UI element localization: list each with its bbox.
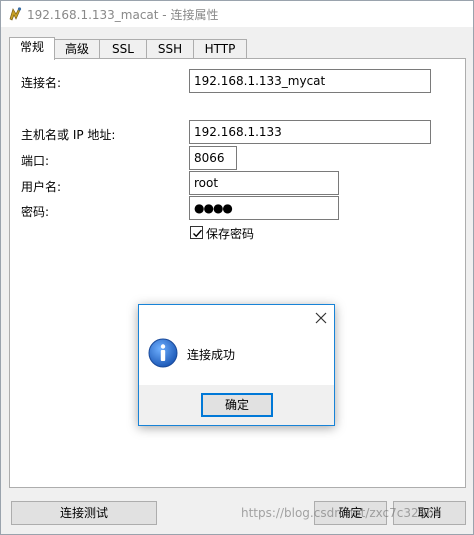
username-input[interactable]: root (189, 171, 339, 195)
port-label: 端口: (21, 154, 50, 168)
save-password-checkbox[interactable] (190, 226, 203, 239)
port-input[interactable]: 8066 (189, 146, 237, 170)
tab-http[interactable]: HTTP (193, 39, 247, 59)
dialog-ok-button[interactable]: 确定 (201, 393, 273, 417)
save-password-label: 保存密码 (206, 227, 255, 241)
password-label: 密码: (21, 205, 50, 219)
username-label: 用户名: (21, 180, 62, 194)
connection-properties-window: 192.168.1.133_macat - 连接属性 常规 高级 SSL SSH… (0, 0, 474, 535)
info-icon (148, 338, 178, 368)
connection-name-input[interactable]: 192.168.1.133_mycat (189, 69, 431, 93)
tab-ssh[interactable]: SSH (146, 39, 194, 59)
tab-general[interactable]: 常规 (9, 37, 55, 60)
dialog-footer: 确定 (139, 385, 334, 425)
tab-advanced[interactable]: 高级 (54, 39, 100, 59)
password-input[interactable]: ●●●● (189, 196, 339, 220)
navicat-app-icon (7, 6, 23, 22)
title-bar: 192.168.1.133_macat - 连接属性 (1, 1, 473, 27)
connection-name-label: 连接名: (21, 76, 62, 90)
host-input[interactable]: 192.168.1.133 (189, 120, 431, 144)
connection-success-dialog: 连接成功 确定 (138, 304, 335, 426)
watermark: https://blog.csdn.net/zxc7c3296 (241, 506, 434, 520)
tab-ssl[interactable]: SSL (99, 39, 147, 59)
test-connection-button[interactable]: 连接测试 (11, 501, 157, 525)
host-label: 主机名或 IP 地址: (21, 128, 116, 142)
close-icon[interactable] (314, 311, 328, 325)
dialog-message: 连接成功 (187, 348, 236, 362)
window-title: 192.168.1.133_macat - 连接属性 (27, 8, 219, 22)
checkmark-icon (193, 229, 203, 238)
